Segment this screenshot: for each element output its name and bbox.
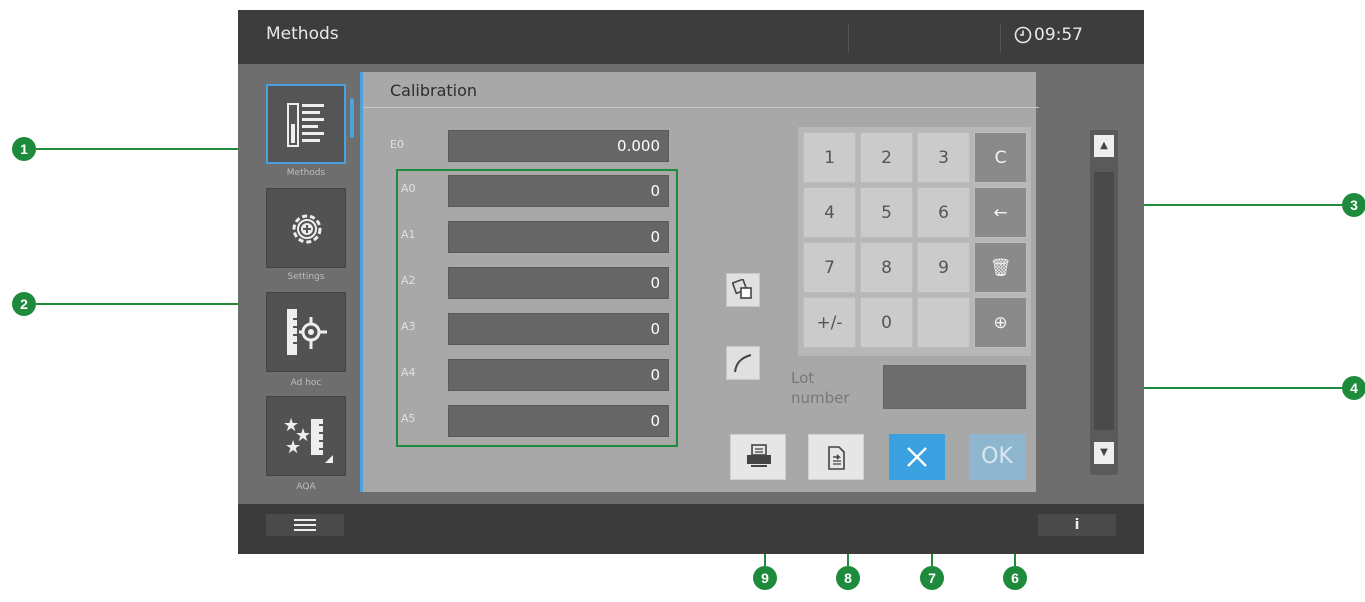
hamburger-icon: [294, 519, 316, 531]
nav-scroll-indicator: [350, 98, 354, 138]
adhoc-icon: [287, 309, 327, 355]
callout-1: 1: [12, 137, 36, 161]
coefficients-highlight: [396, 169, 678, 447]
coef-field-e0[interactable]: 0.000: [448, 130, 669, 162]
panel-header: Calibration: [363, 72, 1039, 108]
nav-settings-button[interactable]: [266, 188, 346, 268]
key-plus-minus[interactable]: +/-: [803, 297, 856, 348]
cancel-button[interactable]: [889, 434, 945, 480]
nav-label-adhoc: Ad hoc: [290, 378, 322, 388]
menu-button[interactable]: [266, 514, 344, 536]
key-clear[interactable]: C: [974, 132, 1027, 183]
key-blank: [917, 297, 970, 348]
ok-button[interactable]: OK: [969, 434, 1025, 480]
device-screen: Methods 09:57 Methods Settings Ad hoc ★ …: [238, 10, 1144, 554]
callout-4: 4: [1342, 376, 1365, 400]
top-divider: [1000, 24, 1001, 52]
key-delete[interactable]: 🗑: [974, 242, 1027, 293]
copy-button[interactable]: [726, 273, 760, 307]
key-2[interactable]: 2: [860, 132, 913, 183]
copy-icon: [732, 279, 752, 299]
callout-8: 8: [836, 566, 860, 590]
curve-button[interactable]: [726, 346, 760, 380]
export-button[interactable]: [808, 434, 864, 480]
nav-label-methods: Methods: [286, 168, 326, 178]
top-bar: Methods 09:57: [238, 10, 1144, 64]
close-icon: [907, 447, 927, 467]
scroll-up-button[interactable]: ▲: [1094, 135, 1114, 157]
nav-label-aqa: AQA: [296, 482, 316, 492]
key-0[interactable]: 0: [860, 297, 913, 348]
lot-number-field[interactable]: [883, 365, 1026, 409]
export-document-icon: [828, 446, 845, 470]
info-button[interactable]: i: [1038, 514, 1116, 536]
coef-label-e0: E0: [390, 138, 404, 151]
nav-methods-button[interactable]: [266, 84, 346, 164]
callout-6: 6: [1003, 566, 1027, 590]
key-backspace[interactable]: ←: [974, 187, 1027, 238]
key-8[interactable]: 8: [860, 242, 913, 293]
settings-gear-icon: [292, 214, 322, 244]
top-divider: [848, 24, 849, 52]
lot-number-label: Lot number: [791, 369, 850, 407]
print-button[interactable]: [730, 434, 786, 480]
scrollbar-thumb[interactable]: [1094, 172, 1114, 430]
clock-icon: [1014, 26, 1032, 44]
key-4[interactable]: 4: [803, 187, 856, 238]
callout-3: 3: [1342, 193, 1365, 217]
key-1[interactable]: 1: [803, 132, 856, 183]
nav-adhoc-button[interactable]: [266, 292, 346, 372]
callout-7: 7: [920, 566, 944, 590]
curve-icon: [734, 354, 752, 373]
screen-title: Methods: [266, 24, 339, 44]
callout-9: 9: [753, 566, 777, 590]
panel-title: Calibration: [390, 81, 478, 100]
bottom-bar: i: [238, 504, 1144, 554]
svg-text:★: ★: [285, 437, 301, 458]
clock-time: 09:57: [1034, 25, 1083, 45]
nav-aqa-button[interactable]: ★ ★ ★: [266, 396, 346, 476]
key-add[interactable]: ⊕: [974, 297, 1027, 348]
printer-icon: [747, 444, 771, 467]
key-6[interactable]: 6: [917, 187, 970, 238]
key-7[interactable]: 7: [803, 242, 856, 293]
nav-label-settings: Settings: [287, 272, 325, 282]
key-9[interactable]: 9: [917, 242, 970, 293]
callout-2: 2: [12, 292, 36, 316]
methods-icon: [287, 103, 324, 147]
calibration-panel: Calibration E0 0.000 A0 0 A1 0 A2 0 A3 0…: [360, 72, 1039, 492]
scroll-down-button[interactable]: ▼: [1094, 442, 1114, 464]
key-5[interactable]: 5: [860, 187, 913, 238]
aqa-icon: ★ ★ ★: [283, 415, 333, 463]
key-3[interactable]: 3: [917, 132, 970, 183]
